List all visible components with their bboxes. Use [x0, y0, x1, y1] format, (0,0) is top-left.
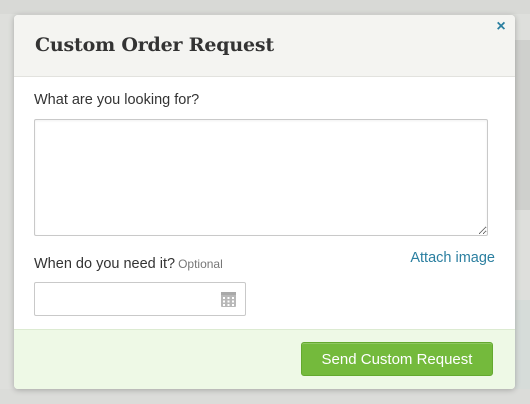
- looking-for-label: What are you looking for?: [34, 92, 200, 108]
- when-needed-label-group: When do you need it? Optional: [34, 256, 223, 272]
- custom-order-modal: Custom Order Request × What are you look…: [14, 15, 515, 389]
- modal-body: What are you looking for? When do you ne…: [14, 77, 515, 329]
- background-bottom: [0, 389, 530, 404]
- modal-title: Custom Order Request: [35, 34, 274, 56]
- date-needed-input[interactable]: [34, 282, 246, 316]
- background-top-bar: [0, 0, 530, 14]
- close-icon[interactable]: ×: [494, 19, 508, 35]
- looking-for-textarea[interactable]: [34, 119, 488, 236]
- attach-image-link[interactable]: Attach image: [410, 250, 495, 266]
- background-side-panel: [515, 40, 530, 210]
- modal-header: Custom Order Request ×: [14, 15, 515, 77]
- modal-footer: Send Custom Request: [14, 329, 515, 389]
- calendar-icon[interactable]: [221, 292, 236, 307]
- optional-label: Optional: [178, 257, 223, 271]
- send-custom-request-button[interactable]: Send Custom Request: [301, 342, 493, 376]
- when-needed-label: When do you need it?: [34, 256, 176, 272]
